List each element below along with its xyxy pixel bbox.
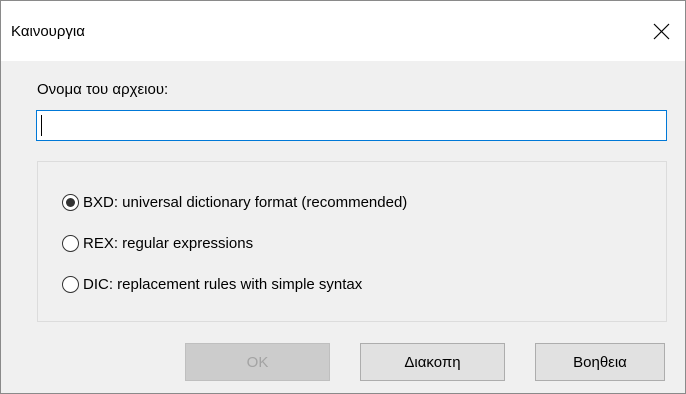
new-file-dialog: Καινουργια Ονομα του αρχειου: BXD: unive… — [0, 0, 686, 394]
dialog-title: Καινουργια — [11, 23, 85, 40]
radio-rex-label: REX: regular expressions — [83, 234, 254, 252]
filename-input[interactable] — [36, 110, 667, 141]
radio-rex-indicator[interactable] — [62, 234, 79, 252]
radio-bxd[interactable]: BXD: universal dictionary format (recomm… — [62, 190, 407, 214]
text-caret — [41, 115, 42, 136]
close-button[interactable] — [639, 9, 685, 55]
title-bar: Καινουργια — [1, 1, 685, 61]
help-button[interactable]: Βοηθεια — [535, 343, 665, 381]
radio-dic-indicator[interactable] — [62, 275, 79, 293]
radio-bxd-indicator[interactable] — [62, 193, 79, 211]
radio-bxd-label: BXD: universal dictionary format (recomm… — [83, 193, 408, 211]
radio-dic[interactable]: DIC: replacement rules with simple synta… — [62, 272, 362, 296]
cancel-button[interactable]: Διακοπη — [360, 343, 505, 381]
filename-label: Ονομα του αρχειου: — [37, 81, 169, 98]
radio-dic-label: DIC: replacement rules with simple synta… — [83, 275, 363, 293]
radio-rex[interactable]: REX: regular expressions — [62, 231, 253, 255]
close-icon — [653, 23, 670, 40]
ok-button[interactable]: OK — [185, 343, 330, 381]
